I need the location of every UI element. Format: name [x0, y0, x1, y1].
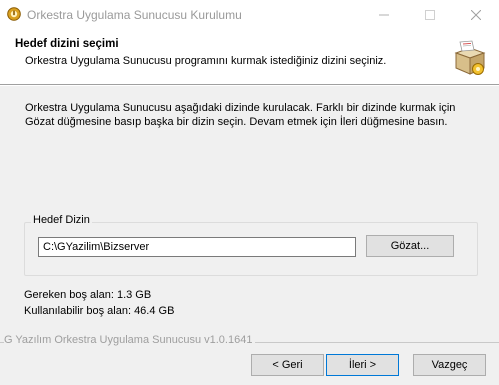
installer-app-icon — [7, 7, 21, 21]
title-bar: Orkestra Uygulama Sunucusu Kurulumu — [0, 0, 499, 30]
minimize-icon — [379, 14, 389, 16]
wizard-header: Hedef dizini seçimi Orkestra Uygulama Su… — [0, 30, 499, 85]
browse-button[interactable]: Gözat... — [366, 235, 454, 257]
description-text: Orkestra Uygulama Sunucusu aşağıdaki diz… — [25, 102, 456, 128]
maximize-icon — [425, 10, 435, 20]
destination-path-input[interactable] — [38, 237, 356, 257]
header-divider — [0, 85, 499, 86]
space-required-text: Gereken boş alan: 1.3 GB — [24, 289, 152, 301]
window-title: Orkestra Uygulama Sunucusu Kurulumu — [27, 8, 242, 22]
close-icon — [471, 10, 481, 20]
back-button[interactable]: < Geri — [251, 354, 324, 376]
close-button[interactable] — [453, 0, 499, 30]
maximize-button[interactable] — [407, 0, 453, 30]
installer-box-icon — [454, 40, 486, 75]
next-button[interactable]: İleri > — [326, 354, 399, 376]
page-title: Hedef dizini seçimi — [15, 38, 119, 50]
cancel-button[interactable]: Vazgeç — [413, 354, 486, 376]
destination-group-label: Hedef Dizin — [31, 214, 92, 226]
page-subtitle: Orkestra Uygulama Sunucusu programını ku… — [25, 55, 387, 67]
space-available-text: Kullanılabilir boş alan: 46.4 GB — [24, 305, 175, 317]
minimize-button[interactable] — [361, 0, 407, 30]
branding-text: G Yazılım Orkestra Uygulama Sunucusu v1.… — [4, 334, 256, 346]
